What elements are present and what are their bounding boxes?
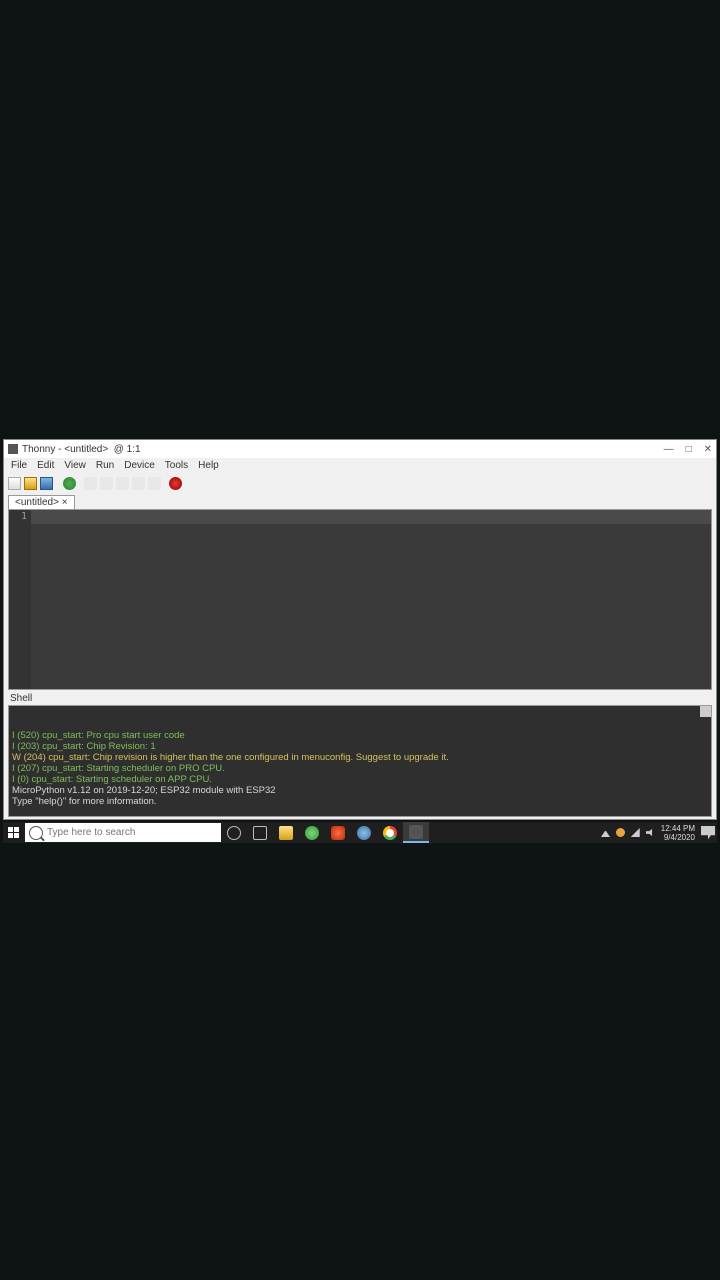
shell-line: I (207) cpu_start: Starting scheduler on…: [12, 763, 225, 774]
editor-tabs: <untitled> ×: [4, 493, 716, 509]
shell-line: W (204) cpu_start: Chip revision is high…: [12, 752, 449, 763]
tray-status-icon[interactable]: [616, 828, 625, 837]
shell-line: I (520) cpu_start: Pro cpu start user co…: [12, 730, 185, 741]
taskbar-app-1[interactable]: [299, 822, 325, 843]
windows-icon: [8, 827, 19, 838]
taskbar-app-2[interactable]: [351, 822, 377, 843]
brave-icon: [331, 826, 345, 840]
tab-close-icon[interactable]: ×: [62, 497, 68, 508]
minimize-button[interactable]: —: [664, 444, 674, 455]
active-line[interactable]: [31, 510, 711, 524]
app-icon: [305, 826, 319, 840]
file-explorer-icon: [279, 826, 293, 840]
scroll-up-icon[interactable]: [700, 706, 711, 717]
file-explorer-button[interactable]: [273, 822, 299, 843]
resume-icon[interactable]: [148, 477, 161, 490]
shell-line: I (0) cpu_start: Starting scheduler on A…: [12, 774, 212, 785]
step-into-icon[interactable]: [116, 477, 129, 490]
code-editor[interactable]: 1: [8, 509, 712, 690]
shell-panel[interactable]: I (520) cpu_start: Pro cpu start user co…: [8, 705, 712, 817]
tab-untitled[interactable]: <untitled> ×: [8, 495, 75, 509]
cortana-button[interactable]: [221, 822, 247, 843]
menu-run[interactable]: Run: [91, 460, 119, 471]
step-over-icon[interactable]: [100, 477, 113, 490]
line-gutter: 1: [9, 510, 31, 689]
shell-panel-label: Shell: [4, 690, 716, 705]
shell-line: I (203) cpu_start: Chip Revision: 1: [12, 741, 156, 752]
window-title: Thonny - <untitled> @ 1:1: [22, 444, 664, 455]
menu-file[interactable]: File: [6, 460, 32, 471]
tray-overflow-icon[interactable]: [601, 828, 610, 837]
save-file-icon[interactable]: [40, 477, 53, 490]
task-view-button[interactable]: [247, 822, 273, 843]
line-number: 1: [9, 510, 31, 523]
volume-icon[interactable]: [646, 828, 655, 837]
thonny-window: Thonny - <untitled> @ 1:1 — □ ✕ File Edi…: [3, 439, 717, 820]
titlebar[interactable]: Thonny - <untitled> @ 1:1 — □ ✕: [4, 440, 716, 458]
new-file-icon[interactable]: [8, 477, 21, 490]
menubar: File Edit View Run Device Tools Help: [4, 458, 716, 473]
menu-device[interactable]: Device: [119, 460, 160, 471]
brave-button[interactable]: [325, 822, 351, 843]
network-icon[interactable]: [631, 828, 640, 837]
close-button[interactable]: ✕: [704, 444, 712, 455]
maximize-button[interactable]: □: [686, 444, 692, 455]
cortana-icon: [227, 826, 241, 840]
chrome-button[interactable]: [377, 822, 403, 843]
search-placeholder: Type here to search: [47, 827, 135, 838]
shell-line: MicroPython v1.12 on 2019-12-20; ESP32 m…: [12, 785, 276, 796]
system-tray: 12:44 PM 9/4/2020: [601, 824, 717, 842]
thonny-icon: [409, 825, 423, 839]
menu-tools[interactable]: Tools: [160, 460, 193, 471]
notifications-icon[interactable]: [701, 826, 715, 840]
step-out-icon[interactable]: [132, 477, 145, 490]
start-button[interactable]: [3, 822, 23, 843]
task-view-icon: [253, 826, 267, 840]
menu-edit[interactable]: Edit: [32, 460, 59, 471]
search-box[interactable]: Type here to search: [25, 823, 221, 842]
toolbar: [4, 473, 716, 493]
debug-icon[interactable]: [84, 477, 97, 490]
open-file-icon[interactable]: [24, 477, 37, 490]
chrome-icon: [383, 826, 397, 840]
menu-view[interactable]: View: [59, 460, 91, 471]
run-icon[interactable]: [63, 477, 76, 490]
thonny-taskbar-button[interactable]: [403, 822, 429, 843]
shell-line: Type "help()" for more information.: [12, 796, 157, 807]
app-icon: [8, 444, 18, 454]
menu-help[interactable]: Help: [193, 460, 224, 471]
clock[interactable]: 12:44 PM 9/4/2020: [661, 824, 695, 842]
app-icon: [357, 826, 371, 840]
search-icon: [29, 826, 43, 840]
stop-icon[interactable]: [169, 477, 182, 490]
taskbar: Type here to search 12:44 PM 9/4/2020: [3, 822, 717, 843]
